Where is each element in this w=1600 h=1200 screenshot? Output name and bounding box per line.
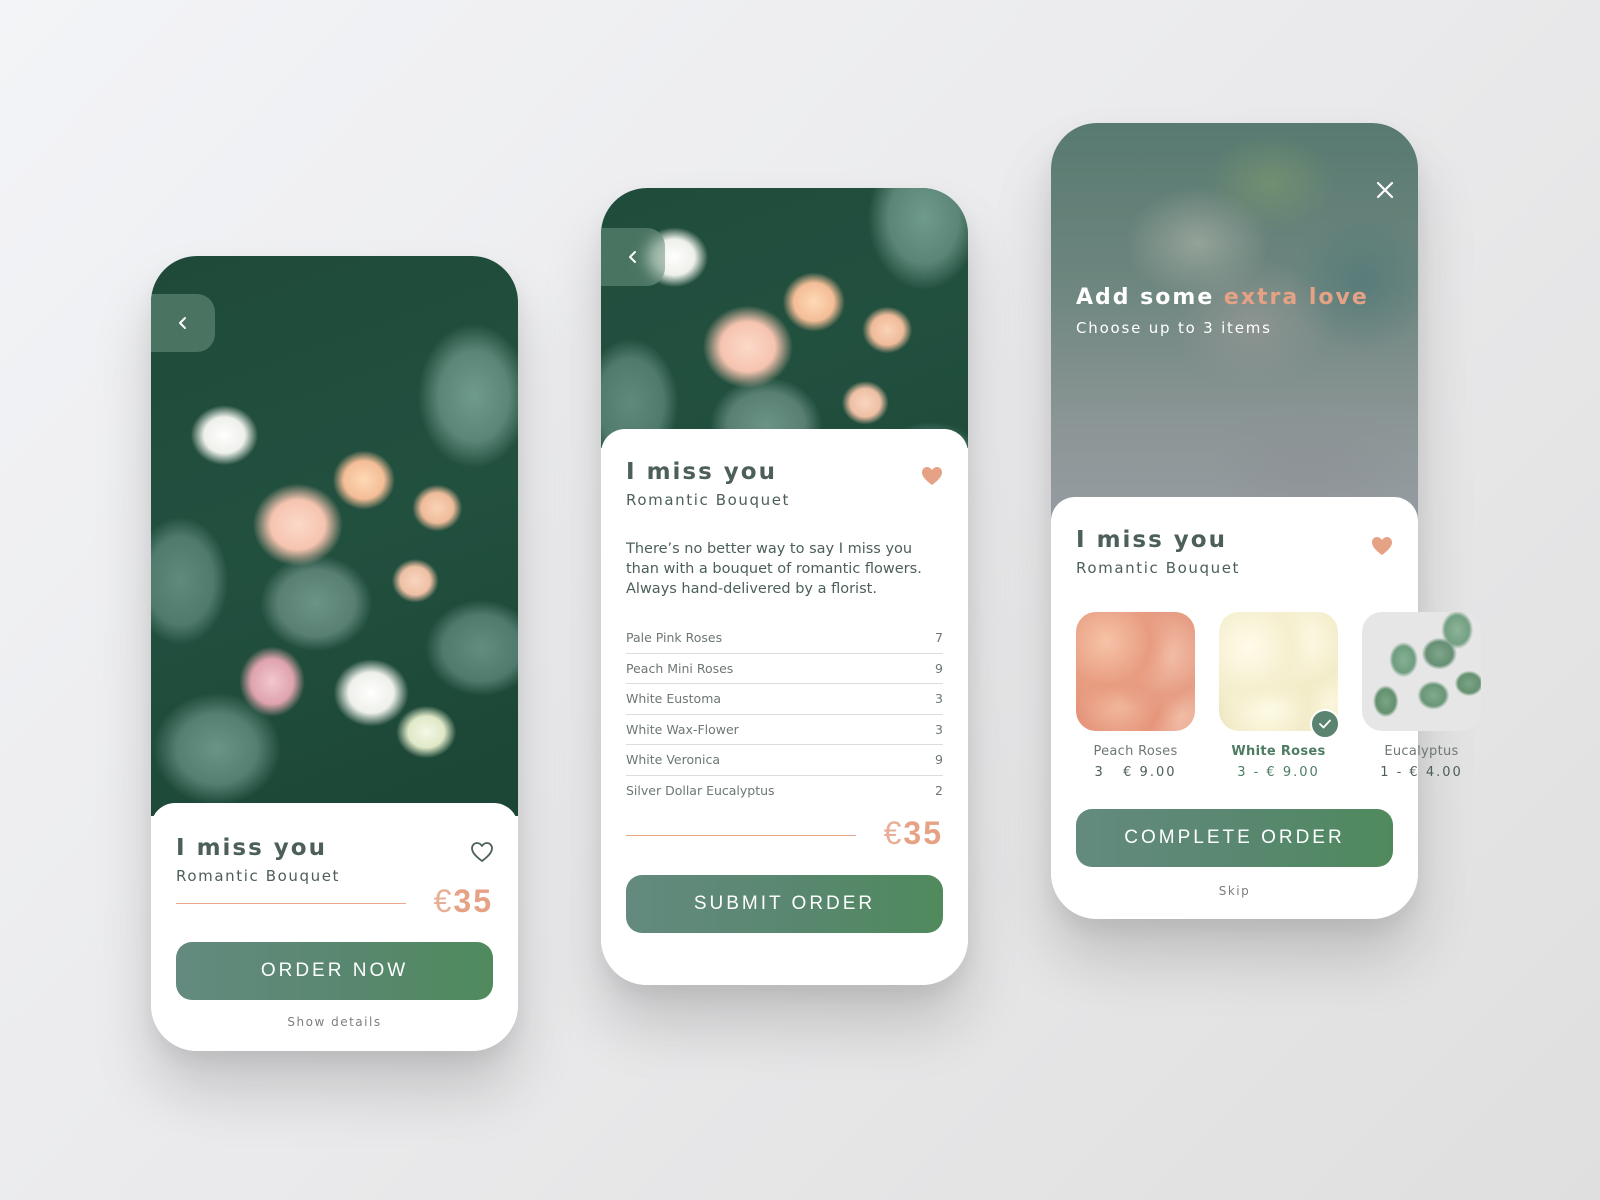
list-item: White Wax-Flower 3 <box>626 715 943 745</box>
price-row: €35 <box>176 883 493 923</box>
peach-roses-image <box>1076 612 1195 731</box>
addon-name: White Roses <box>1231 744 1326 759</box>
heading-text: Add some <box>1076 285 1224 310</box>
list-item: White Veronica 9 <box>626 745 943 776</box>
product-title: I miss you <box>1076 527 1227 553</box>
back-button[interactable] <box>151 294 215 352</box>
product-card: I miss you Romantic Bouquet €35 ORDER NO… <box>151 803 518 1051</box>
price: €35 <box>884 815 943 852</box>
heading-accent: extra love <box>1223 285 1369 310</box>
price-divider <box>176 903 406 904</box>
details-screen: I miss you Romantic Bouquet There’s no b… <box>601 188 968 985</box>
complete-order-button[interactable]: COMPLETE ORDER <box>1076 809 1393 867</box>
extras-screen: Add some extra love Choose up to 3 items… <box>1051 123 1481 919</box>
selected-badge <box>1310 709 1340 739</box>
addons-carousel[interactable]: Peach Roses 3 € 9.00 White Roses 3 - € 9… <box>1051 612 1491 792</box>
ingredient-qty: 2 <box>935 783 943 799</box>
heart-filled-icon[interactable] <box>920 465 944 487</box>
list-item: Pale Pink Roses 7 <box>626 623 943 654</box>
extras-heading: Add some extra love <box>1076 285 1369 310</box>
list-item: Silver Dollar Eucalyptus 2 <box>626 776 943 807</box>
close-icon[interactable] <box>1374 179 1396 201</box>
product-title: I miss you <box>176 835 327 861</box>
show-details-link[interactable]: Show details <box>151 1015 518 1029</box>
ingredient-name: White Veronica <box>626 752 721 768</box>
currency-symbol: € <box>883 815 904 851</box>
product-title: I miss you <box>626 459 777 485</box>
price-amount: 35 <box>453 883 493 919</box>
addon-item-eucalyptus[interactable]: Eucalyptus 1 - € 4.00 <box>1362 612 1481 780</box>
bouquet-photo <box>601 188 968 448</box>
extras-subheading: Choose up to 3 items <box>1076 319 1272 337</box>
ingredient-qty: 3 <box>935 721 943 737</box>
ingredient-name: Peach Mini Roses <box>626 660 734 676</box>
ingredient-qty: 9 <box>935 660 943 676</box>
skip-link[interactable]: Skip <box>1051 884 1418 898</box>
white-roses-image <box>1219 612 1340 739</box>
eucalyptus-image <box>1362 612 1481 731</box>
back-button[interactable] <box>601 228 665 286</box>
extras-screen-frame: Add some extra love Choose up to 3 items… <box>1051 123 1418 919</box>
ingredient-name: White Eustoma <box>626 691 722 707</box>
ingredient-qty: 3 <box>935 691 943 707</box>
price-amount: 35 <box>903 815 943 851</box>
addon-name: Peach Roses <box>1093 744 1178 759</box>
currency-symbol: € <box>433 883 454 919</box>
chevron-left-icon <box>179 317 186 329</box>
addon-price: 3 € 9.00 <box>1094 765 1177 780</box>
ingredient-qty: 7 <box>935 630 943 646</box>
ingredient-qty: 9 <box>935 752 943 768</box>
addon-price: 3 - € 9.00 <box>1237 765 1320 780</box>
ingredient-name: Pale Pink Roses <box>626 630 723 646</box>
product-description: There’s no better way to say I miss you … <box>626 541 922 597</box>
check-icon <box>1319 719 1331 729</box>
list-item: Peach Mini Roses 9 <box>626 654 943 684</box>
price-divider <box>626 835 856 836</box>
addon-name: Eucalyptus <box>1384 744 1459 759</box>
price-row: €35 <box>626 815 943 855</box>
heart-filled-icon[interactable] <box>1370 535 1394 557</box>
details-card: I miss you Romantic Bouquet There’s no b… <box>601 429 968 985</box>
price: €35 <box>434 883 493 920</box>
ingredient-name: White Wax-Flower <box>626 721 739 737</box>
product-screen: I miss you Romantic Bouquet €35 ORDER NO… <box>151 256 518 1051</box>
list-item: White Eustoma 3 <box>626 684 943 715</box>
addon-item-white-roses[interactable]: White Roses 3 - € 9.00 <box>1219 612 1340 780</box>
addon-price: 1 - € 4.00 <box>1380 765 1463 780</box>
product-subtitle: Romantic Bouquet <box>626 491 791 509</box>
product-subtitle: Romantic Bouquet <box>1076 559 1241 577</box>
heart-outline-icon[interactable] <box>470 841 494 863</box>
ingredients-list: Pale Pink Roses 7 Peach Mini Roses 9 White… <box>626 623 943 806</box>
ingredient-name: Silver Dollar Eucalyptus <box>626 783 775 799</box>
chevron-left-icon <box>629 251 636 263</box>
submit-order-button[interactable]: SUBMIT ORDER <box>626 875 943 933</box>
addon-item-peach-roses[interactable]: Peach Roses 3 € 9.00 <box>1076 612 1195 780</box>
order-now-button[interactable]: ORDER NOW <box>176 942 493 1000</box>
